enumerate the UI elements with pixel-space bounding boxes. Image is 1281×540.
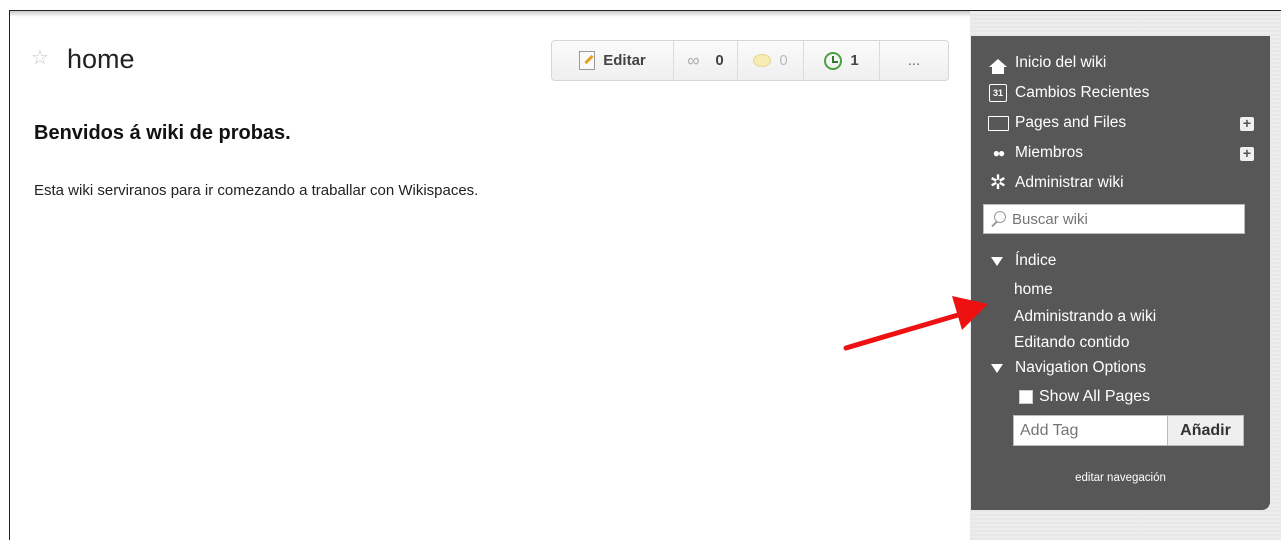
sidebar: Inicio del wiki 31 Cambios Recientes Pag… — [971, 36, 1270, 510]
navigation-options-label: Navigation Options — [1015, 359, 1146, 376]
history-clock-icon — [824, 51, 843, 70]
show-all-pages-label: Show All Pages — [1039, 388, 1151, 405]
links-count: 0 — [715, 52, 724, 69]
index-link-home[interactable]: home — [1014, 279, 1053, 301]
more-button[interactable]: ... — [880, 41, 948, 80]
history-button[interactable]: 1 — [804, 41, 880, 80]
add-page-plus-icon[interactable]: + — [1240, 116, 1254, 131]
edit-button[interactable]: Editar — [552, 41, 674, 80]
sidebar-item-recent-changes[interactable]: 31 Cambios Recientes — [987, 81, 1149, 105]
link-icon: ∞ — [687, 50, 700, 70]
history-count: 1 — [850, 52, 859, 69]
edit-label: Editar — [603, 52, 646, 69]
navigation-options-toggle[interactable]: Navigation Options — [991, 357, 1146, 379]
sidebar-item-label: Pages and Files — [1015, 114, 1127, 131]
search-input[interactable] — [1012, 210, 1232, 228]
sidebar-item-label: Administrar wiki — [1015, 174, 1124, 191]
add-member-plus-icon[interactable]: + — [1240, 146, 1254, 161]
calendar-icon: 31 — [989, 84, 1007, 102]
sidebar-item-label: Miembros — [1015, 144, 1084, 161]
main-content-area — [10, 17, 970, 540]
content-heading: Benvidos á wiki de probas. — [34, 122, 291, 144]
home-icon — [989, 59, 1007, 74]
show-all-pages-option[interactable]: Show All Pages — [1019, 388, 1150, 406]
search-icon — [990, 211, 1006, 227]
annotation-arrow — [843, 296, 988, 351]
show-all-pages-checkbox[interactable] — [1019, 390, 1033, 404]
links-button[interactable]: ∞ 0 — [674, 41, 738, 80]
add-tag-button[interactable]: Añadir — [1168, 415, 1244, 446]
sidebar-item-manage-wiki[interactable]: ✲ Administrar wiki — [987, 171, 1124, 195]
comments-count: 0 — [779, 52, 788, 69]
content-paragraph: Esta wiki serviranos para ir comezando a… — [34, 182, 479, 199]
sidebar-item-home[interactable]: Inicio del wiki — [987, 51, 1106, 75]
search-box — [983, 204, 1245, 234]
sidebar-item-label: Cambios Recientes — [1015, 84, 1150, 101]
comments-button[interactable]: 0 — [738, 41, 804, 80]
triangle-down-icon — [991, 363, 1003, 373]
sidebar-item-members[interactable]: ●● Miembros — [987, 141, 1083, 165]
members-icon: ●● — [992, 146, 1005, 160]
folder-icon — [987, 115, 1009, 131]
comment-bubble-icon — [753, 54, 772, 67]
page-title: home — [67, 44, 135, 74]
add-tag-input[interactable] — [1013, 415, 1168, 446]
gear-icon: ✲ — [989, 172, 1007, 194]
triangle-down-icon — [991, 256, 1003, 266]
add-tag-row: Añadir — [1013, 415, 1244, 446]
page-toolbar: Editar ∞ 0 0 1 ... — [551, 40, 949, 81]
sidebar-item-label: Inicio del wiki — [1015, 54, 1107, 71]
index-label: Índice — [1015, 252, 1057, 269]
index-link-administrando[interactable]: Administrando a wiki — [1014, 306, 1156, 328]
index-link-editando[interactable]: Editando contido — [1014, 332, 1129, 354]
edit-document-icon — [579, 51, 596, 70]
more-label: ... — [907, 52, 921, 69]
sidebar-item-pages-and-files[interactable]: Pages and Files — [987, 111, 1126, 135]
index-toggle[interactable]: Índice — [991, 250, 1056, 272]
star-outline-icon[interactable]: ☆ — [31, 48, 49, 68]
edit-navigation-link[interactable]: editar navegación — [971, 472, 1270, 484]
